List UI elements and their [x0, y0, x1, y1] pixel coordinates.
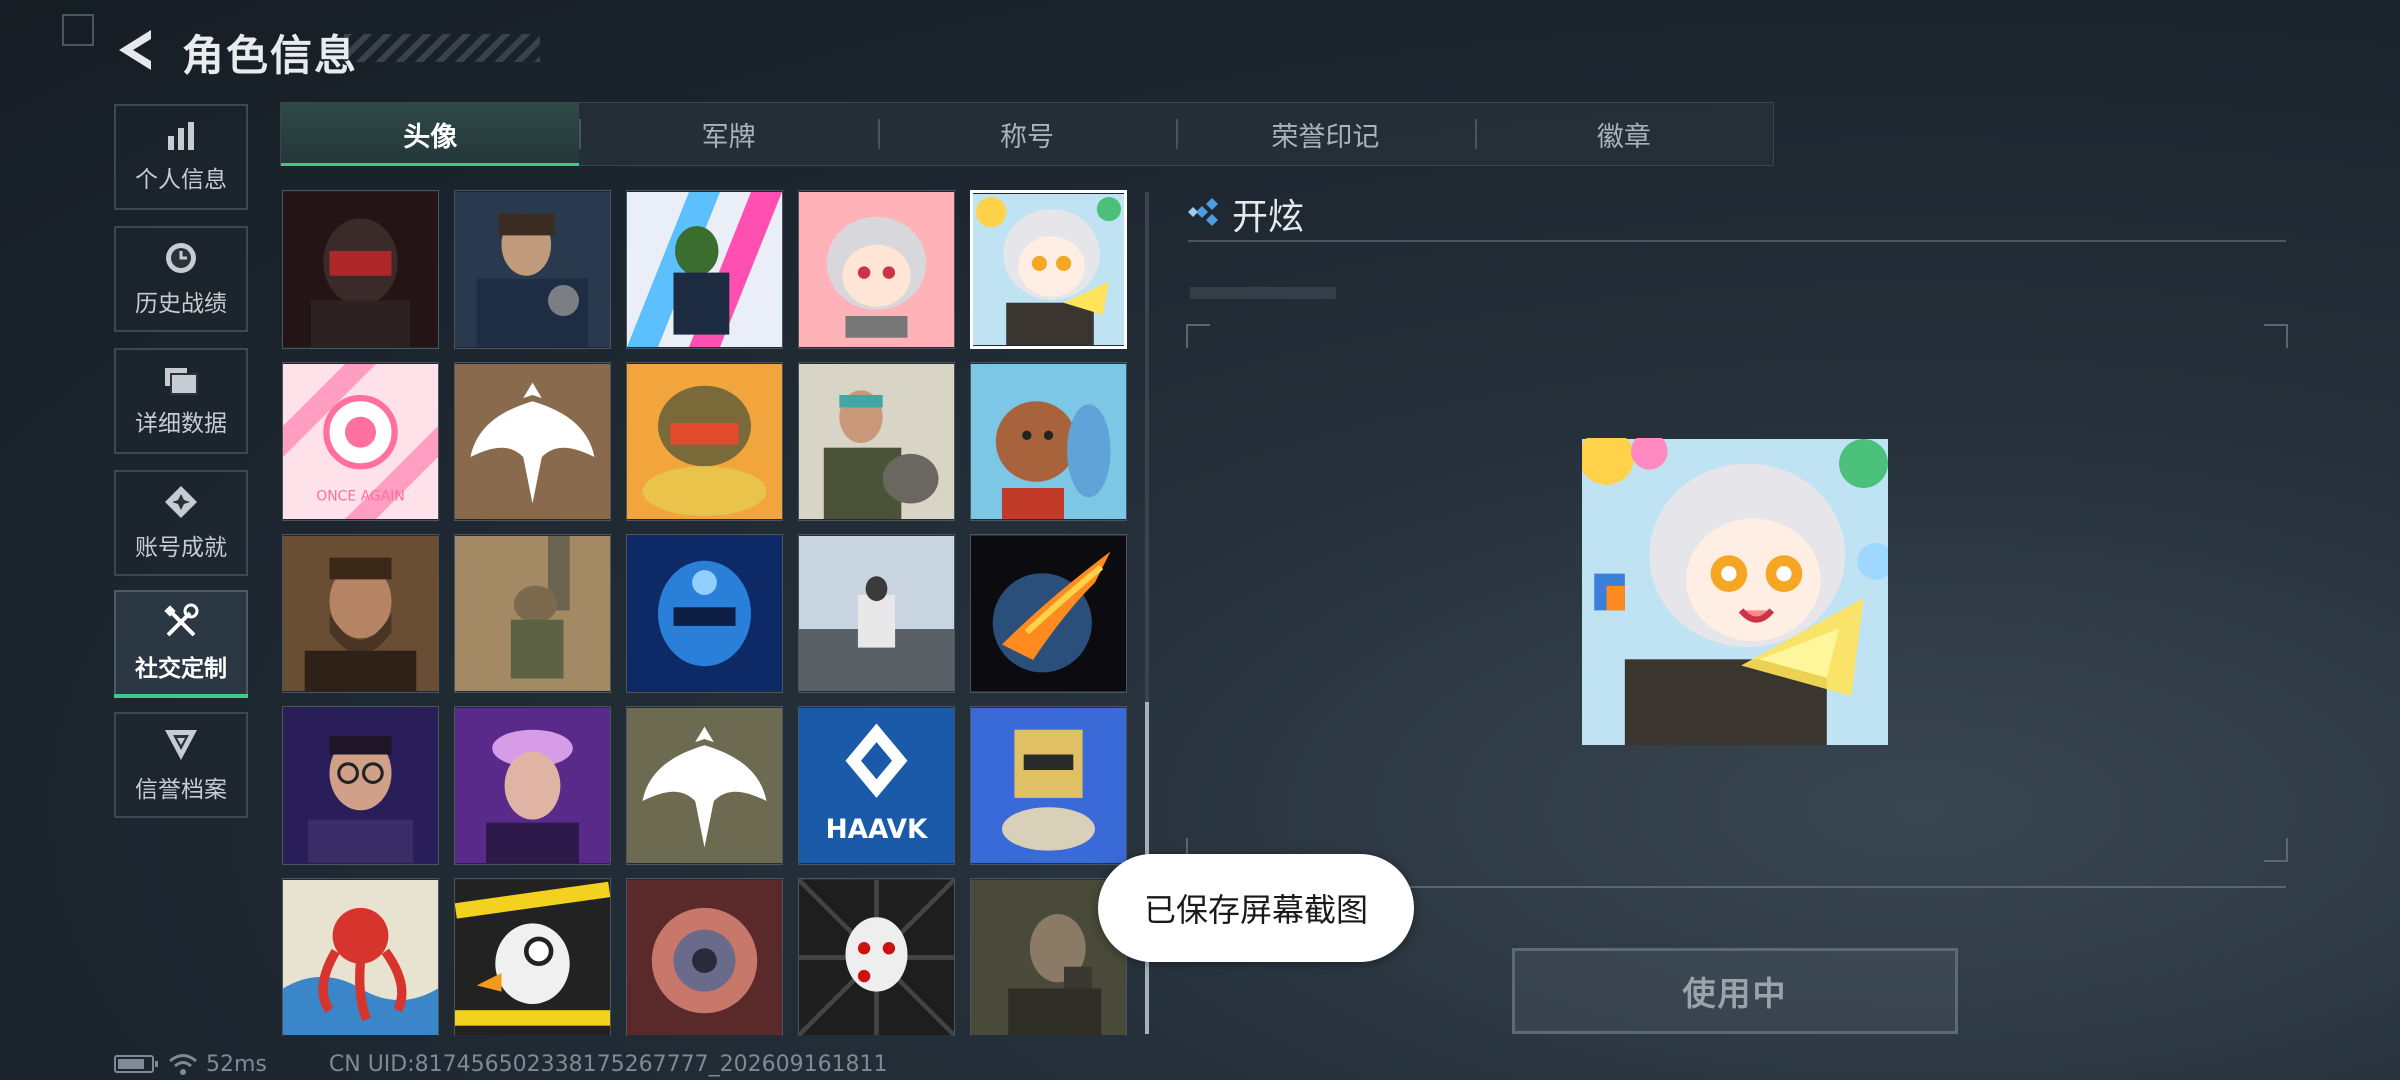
nav-item-detail-data[interactable]: 详细数据 — [114, 348, 248, 454]
page-title: 角色信息 — [182, 31, 359, 80]
avatar-officer-with-gun[interactable] — [454, 190, 611, 349]
nav-item-label: 个人信息 — [135, 167, 227, 193]
back-arrow-icon — [119, 30, 151, 70]
avatar-robot-totem[interactable] — [970, 706, 1127, 865]
nav-item-label: 信誉档案 — [135, 777, 227, 803]
in-use-button[interactable]: 使用中 — [1512, 948, 1958, 1034]
svg-text:ONCE AGAIN: ONCE AGAIN — [316, 488, 405, 504]
detail-item-name: 开炫 — [1232, 197, 1305, 238]
avatar-masked-puppet[interactable] — [798, 878, 955, 1036]
frame-corner — [2264, 838, 2288, 862]
nav-item-label: 详细数据 — [135, 411, 227, 437]
nav-item-label: 账号成就 — [135, 535, 227, 561]
avatar-blue-helmet[interactable] — [626, 534, 783, 693]
diamond-icon — [1188, 198, 1218, 226]
nav-item-label: 社交定制 — [135, 656, 227, 682]
tab-title[interactable]: 称号 — [877, 103, 1176, 165]
tab-badge[interactable]: 徽章 — [1474, 103, 1773, 165]
avatar-bearded-man[interactable] — [282, 534, 439, 693]
nav-item-credit-file[interactable]: 信誉档案 — [114, 712, 248, 818]
avatar-cartoon-bear-fish[interactable] — [970, 362, 1127, 521]
avatar-chibi-girl-selected[interactable] — [970, 190, 1127, 349]
nav-item-achievements[interactable]: 账号成就 — [114, 470, 248, 576]
detail-decoration — [1190, 287, 1336, 299]
avatar-man-on-chair[interactable] — [798, 534, 955, 693]
avatar-man-glasses-purple[interactable] — [282, 706, 439, 865]
avatar-phoenix-emblem-brown[interactable] — [454, 362, 611, 521]
tab-dogtag[interactable]: 军牌 — [579, 103, 877, 165]
toast-text: 已保存屏幕截图 — [1143, 891, 1368, 929]
avatar-neon-runner[interactable] — [626, 190, 783, 349]
nav-item-personal-info[interactable]: 个人信息 — [114, 104, 248, 210]
wifi-icon — [169, 1054, 197, 1075]
avatar-grid: ONCE AGAIN HAAVK — [280, 188, 1132, 1036]
in-use-button-label: 使用中 — [1682, 974, 1788, 1013]
clock-icon — [166, 243, 196, 273]
avatar-soldier-with-dog[interactable] — [798, 362, 955, 521]
back-button[interactable] — [112, 24, 158, 76]
achievement-icon — [165, 486, 197, 518]
nav-item-label: 历史战绩 — [135, 291, 227, 317]
frame-corner — [1186, 324, 1210, 348]
svg-text:HAAVK: HAAVK — [826, 815, 929, 845]
folder-icon — [165, 368, 198, 395]
tab-avatar[interactable]: 头像 — [281, 103, 580, 166]
avatar-chibi-girl-pink[interactable] — [798, 190, 955, 349]
shield-icon — [165, 730, 197, 760]
nav-item-social-custom[interactable]: 社交定制 — [114, 590, 248, 698]
corner-marker — [62, 14, 94, 46]
title-decoration — [344, 34, 540, 62]
status-bar: 52ms CN UID:817456502338175267777_202609… — [114, 1051, 888, 1077]
avatar-woman-purple[interactable] — [454, 706, 611, 865]
nav-item-battle-history[interactable]: 历史战绩 — [114, 226, 248, 332]
detail-divider — [1188, 240, 2286, 242]
avatar-red-octopus[interactable] — [282, 878, 439, 1036]
battery-icon — [114, 1055, 158, 1073]
avatar-duck-police-tape[interactable] — [454, 878, 611, 1036]
category-tabs: 头像 军牌 称号 荣誉印记 徽章 — [280, 102, 1774, 166]
avatar-soldier-climbing[interactable] — [454, 534, 611, 693]
frame-corner — [2264, 324, 2288, 348]
screenshot-toast: 已保存屏幕截图 — [1098, 854, 1414, 962]
avatar-haavk-logo[interactable]: HAAVK — [798, 706, 955, 865]
avatar-once-again[interactable]: ONCE AGAIN — [282, 362, 439, 521]
avatar-soldier-red-mask[interactable] — [282, 190, 439, 349]
avatar-preview — [1582, 438, 1888, 746]
tab-honor-mark[interactable]: 荣誉印记 — [1176, 103, 1474, 165]
ping-value: 52ms — [206, 1051, 267, 1077]
avatar-mechanical-eye[interactable] — [626, 878, 783, 1036]
bar-chart-icon — [168, 122, 194, 150]
avatar-phoenix-emblem-desert[interactable] — [626, 706, 783, 865]
avatar-burning-planet[interactable] — [970, 534, 1127, 693]
tools-icon — [164, 603, 199, 637]
player-uid: CN UID:817456502338175267777_20260916181… — [328, 1051, 888, 1077]
avatar-helmet-food[interactable] — [626, 362, 783, 521]
